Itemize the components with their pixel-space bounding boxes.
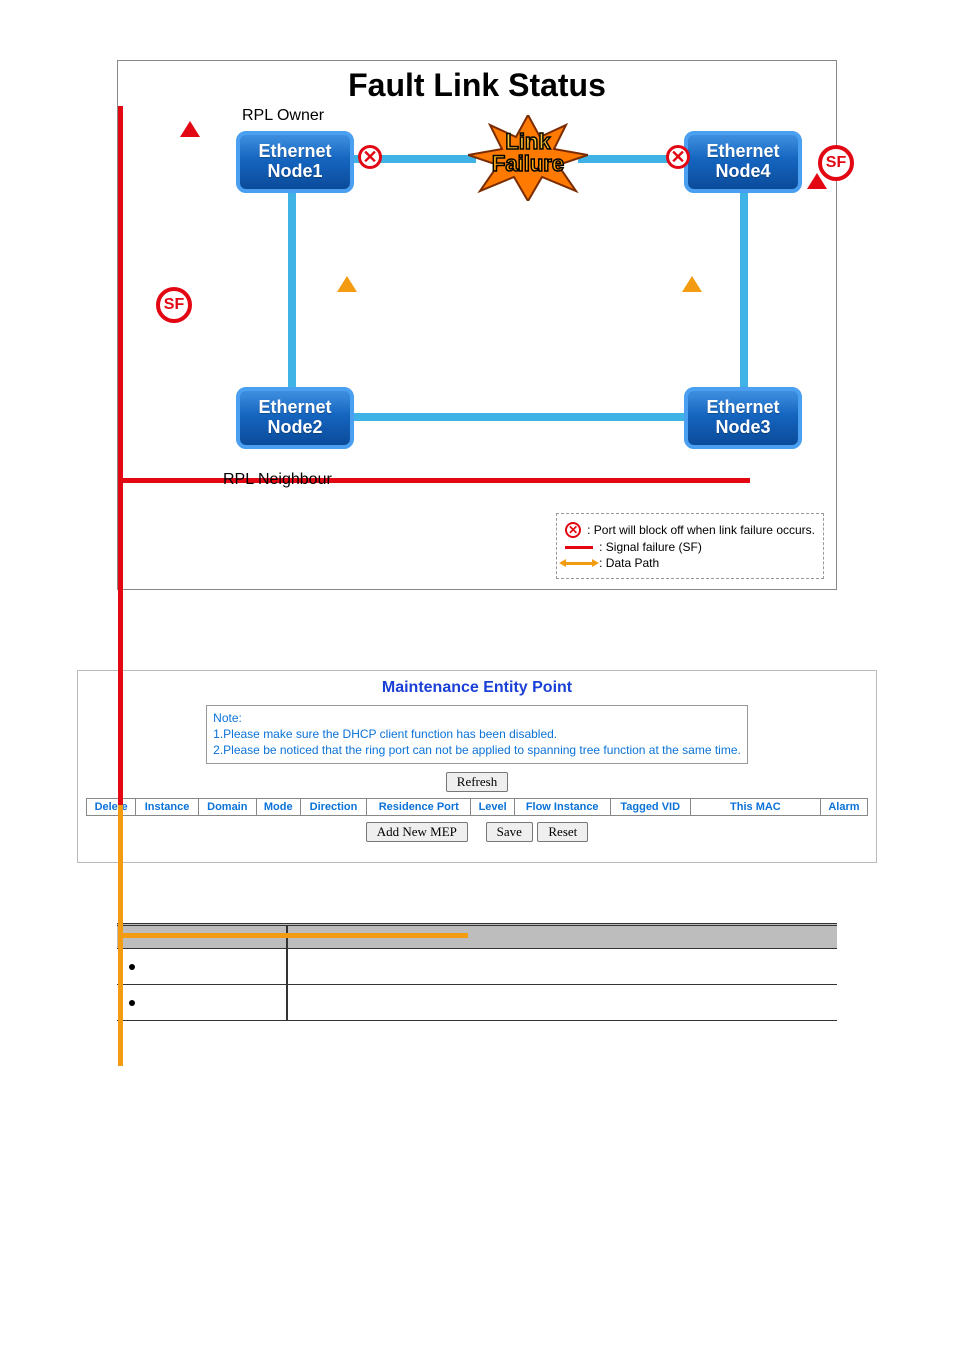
col-instance: Instance: [136, 798, 199, 815]
signal-failure-line-icon: [565, 546, 593, 549]
table-row: [117, 948, 837, 984]
legend-text: : Port will block off when link failure …: [587, 523, 815, 537]
col-mode: Mode: [256, 798, 300, 815]
diagram-title: Fault Link Status: [118, 61, 836, 106]
sf-icon: SF: [156, 287, 192, 323]
rpl-owner-label: RPL Owner: [242, 107, 324, 125]
ethernet-node-1: EthernetNode1: [236, 131, 354, 193]
col-residence-port: Residence Port: [367, 798, 471, 815]
data-path-line-icon: [565, 562, 593, 565]
signal-failure-line: [118, 478, 750, 483]
mep-table: Delete Instance Domain Mode Direction Re…: [86, 798, 868, 816]
mep-title: Maintenance Entity Point: [78, 679, 876, 697]
col-flow-instance: Flow Instance: [514, 798, 610, 815]
refresh-button[interactable]: Refresh: [446, 772, 508, 792]
legend-text: : Data Path: [599, 556, 659, 570]
col-level: Level: [471, 798, 514, 815]
add-new-mep-button[interactable]: Add New MEP: [366, 822, 468, 842]
arrow-up-icon: [180, 121, 200, 137]
ethernet-node-3: EthernetNode3: [684, 387, 802, 449]
col-direction: Direction: [300, 798, 366, 815]
data-path-line: [118, 933, 468, 938]
col-tagged-vid: Tagged VID: [610, 798, 690, 815]
note-line: 2.Please be noticed that the ring port c…: [213, 743, 741, 757]
table-row: [117, 984, 837, 1020]
note-heading: Note:: [213, 711, 242, 725]
link-failure-text: LinkFailure: [468, 131, 588, 175]
port-block-icon: ✕: [666, 145, 690, 169]
rpl-neighbour-label: RPL Neighbour: [223, 471, 332, 489]
ring-link: [354, 413, 684, 421]
reset-button[interactable]: Reset: [537, 822, 588, 842]
col-alarm: Alarm: [820, 798, 867, 815]
signal-failure-line: [118, 106, 123, 478]
port-block-icon: ✕: [358, 145, 382, 169]
data-path-line: [118, 805, 123, 933]
mep-table-header-row: Delete Instance Domain Mode Direction Re…: [86, 798, 867, 815]
legend-text: : Signal failure (SF): [599, 540, 702, 554]
bullet-icon: [129, 1000, 135, 1006]
arrow-up-icon: [337, 276, 357, 292]
note-box: Note: 1.Please make sure the DHCP client…: [206, 705, 748, 764]
legend-box: ✕ : Port will block off when link failure…: [556, 513, 824, 579]
bullet-icon: [129, 964, 135, 970]
col-domain: Domain: [198, 798, 256, 815]
fault-link-diagram: Fault Link Status RPL Owner RPL Neighbou…: [117, 60, 837, 590]
ethernet-node-4: EthernetNode4: [684, 131, 802, 193]
ethernet-node-2: EthernetNode2: [236, 387, 354, 449]
signal-failure-line: [118, 483, 123, 805]
mep-panel: Maintenance Entity Point Note: 1.Please …: [77, 670, 877, 863]
col-delete: Delete: [86, 798, 135, 815]
port-block-icon: ✕: [565, 522, 581, 538]
arrow-up-icon: [682, 276, 702, 292]
data-path-line: [118, 938, 123, 1066]
save-button[interactable]: Save: [486, 822, 533, 842]
note-line: 1.Please make sure the DHCP client funct…: [213, 727, 557, 741]
col-this-mac: This MAC: [690, 798, 820, 815]
sf-icon: SF: [818, 145, 854, 181]
ring-link: [288, 193, 296, 391]
ring-link: [740, 193, 748, 391]
